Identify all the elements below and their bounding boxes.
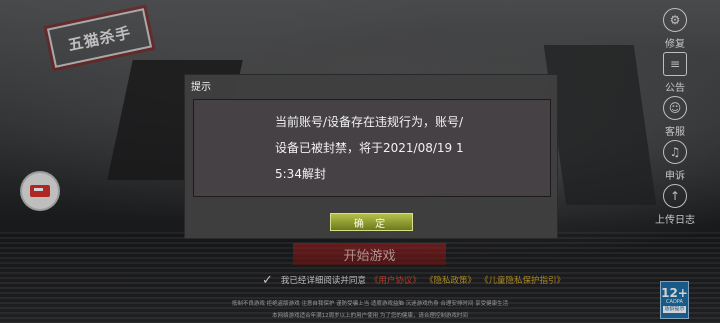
ban-notice-dialog: 提示 当前账号/设备存在违规行为，账号/设备已被封禁，将于2021/08/19 … (184, 74, 558, 239)
dialog-title: 提示 (191, 82, 211, 93)
dialog-message: 当前账号/设备存在违规行为，账号/设备已被封禁，将于2021/08/19 15:… (275, 115, 464, 181)
confirm-button[interactable]: 确 定 (330, 213, 413, 231)
dialog-body: 当前账号/设备存在违规行为，账号/设备已被封禁，将于2021/08/19 15:… (193, 99, 551, 197)
